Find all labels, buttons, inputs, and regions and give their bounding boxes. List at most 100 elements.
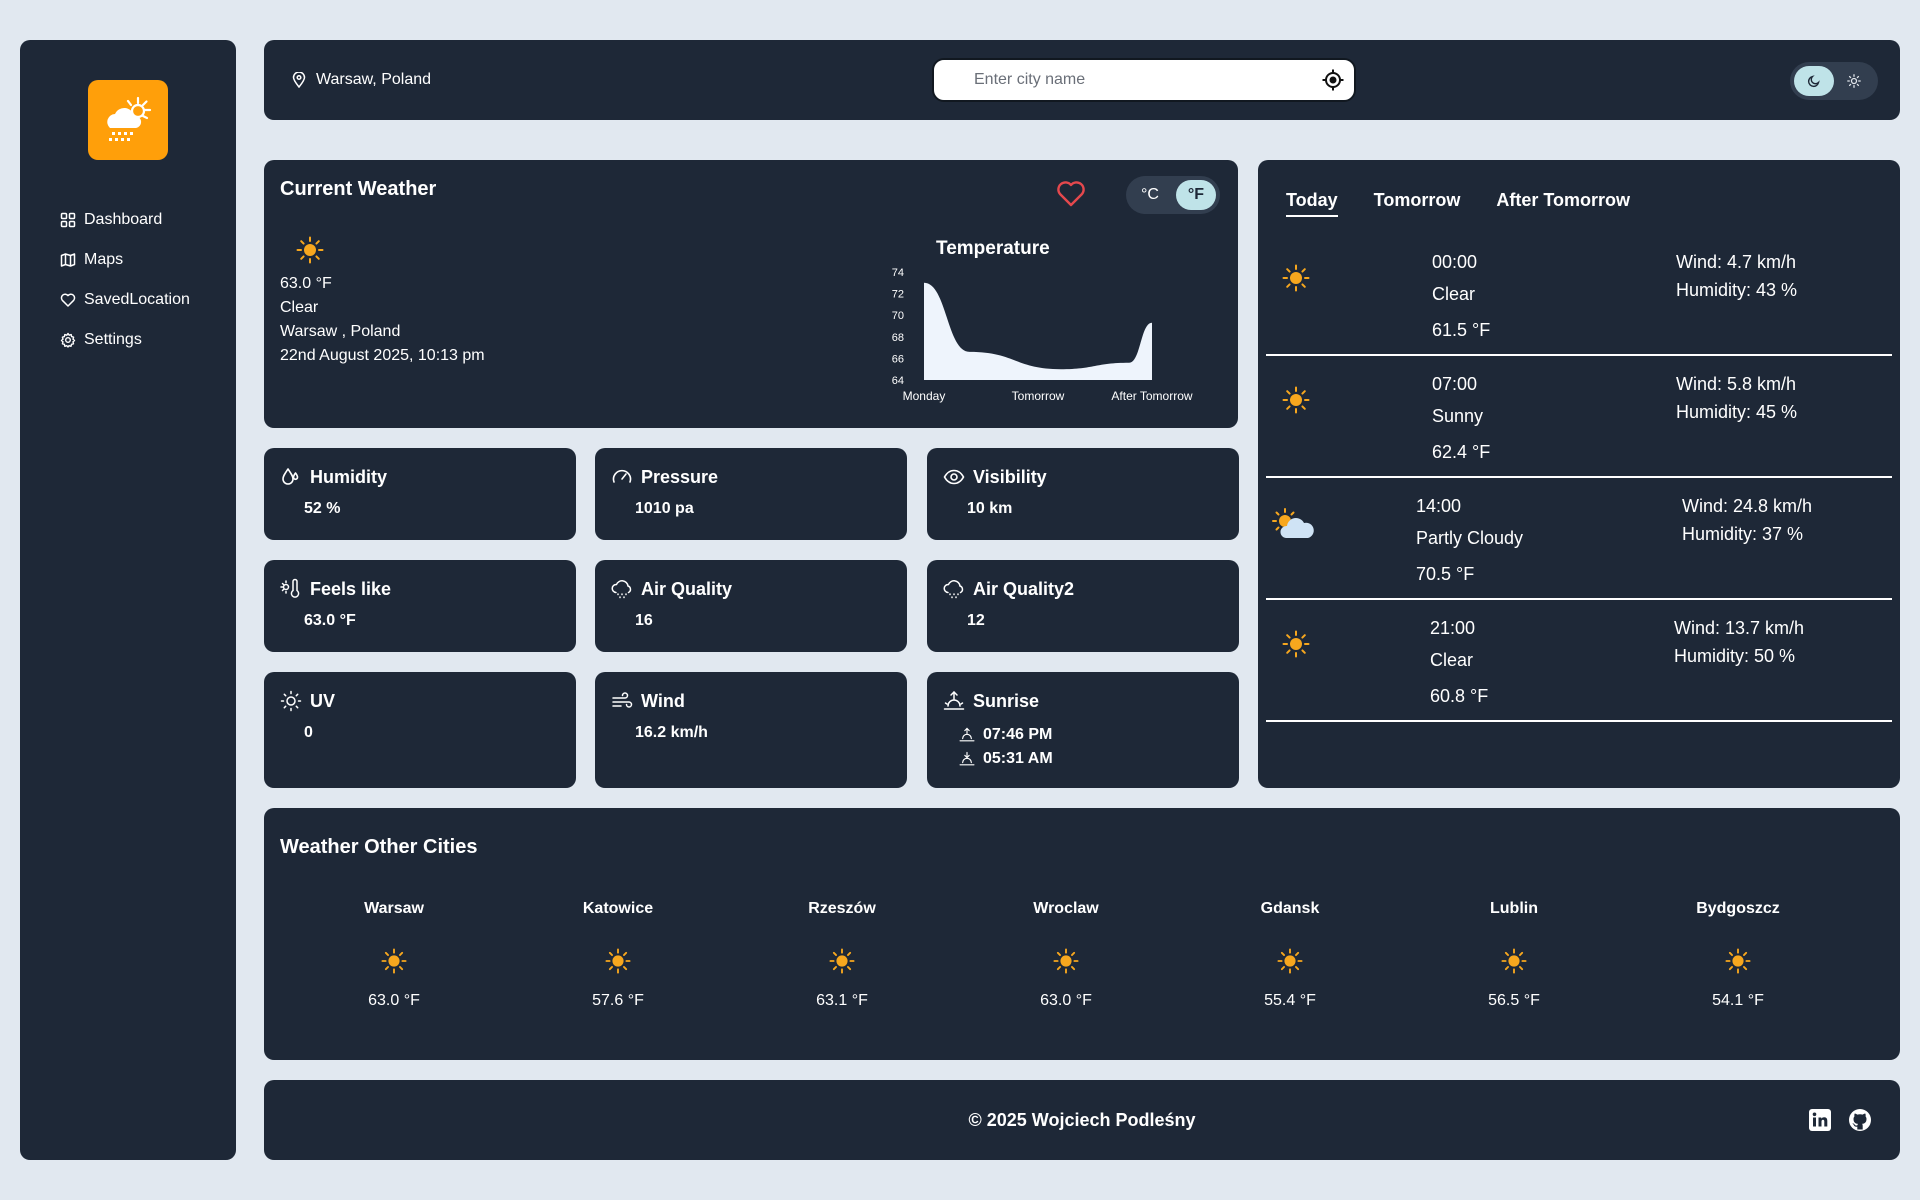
city-name: Lublin bbox=[1490, 900, 1538, 917]
forecast-temp: 61.5 °F bbox=[1432, 320, 1491, 340]
unit-toggle[interactable]: °C °F bbox=[1126, 176, 1220, 214]
sidebar-item-label: Settings bbox=[84, 331, 142, 348]
y-tick-label: 72 bbox=[892, 289, 904, 301]
github-link[interactable] bbox=[1848, 1108, 1872, 1137]
search-input[interactable] bbox=[974, 68, 1304, 92]
sunrise-card: Sunrise 07:46 PM 05:31 AM bbox=[927, 672, 1239, 788]
sun-icon bbox=[1282, 386, 1310, 414]
sunset-row: 05:31 AM bbox=[959, 750, 1053, 768]
x-tick-label: After Tomorrow bbox=[1111, 389, 1192, 403]
pressure-card: Pressure 1010 pa bbox=[595, 448, 907, 540]
sunrise-label: Sunrise bbox=[973, 690, 1040, 711]
crosshair-icon[interactable] bbox=[1322, 69, 1344, 91]
light-mode-option[interactable] bbox=[1834, 66, 1874, 96]
unit-fahrenheit-option[interactable]: °F bbox=[1176, 180, 1216, 210]
y-tick-label: 64 bbox=[892, 375, 904, 387]
forecast-temp: 70.5 °F bbox=[1416, 564, 1475, 584]
sidebar-item-savedlocation[interactable]: SavedLocation bbox=[60, 280, 190, 320]
current-temp: 63.0 °F bbox=[280, 275, 332, 292]
github-icon bbox=[1849, 1109, 1871, 1131]
current-location-label: Warsaw, Poland bbox=[316, 71, 432, 88]
y-tick-label: 68 bbox=[892, 332, 904, 344]
visibility-value: 10 km bbox=[967, 500, 1013, 517]
air-quality-value: 16 bbox=[635, 612, 653, 629]
other-cities-panel: Weather Other Cities Warsaw 63.0 °F Katowi… bbox=[264, 808, 1900, 1060]
sidebar-item-settings[interactable]: Settings bbox=[60, 320, 190, 360]
sun-outline-icon bbox=[280, 690, 302, 712]
tab-after-tomorrow[interactable]: After Tomorrow bbox=[1496, 190, 1630, 217]
sun-icon bbox=[829, 948, 855, 974]
grid-icon bbox=[60, 212, 76, 228]
city-item[interactable]: Katowice 57.6 °F bbox=[538, 900, 698, 1010]
x-tick-label: Monday bbox=[903, 389, 946, 403]
city-temp: 57.6 °F bbox=[592, 992, 644, 1009]
app-logo[interactable] bbox=[88, 80, 168, 160]
map-pin-icon bbox=[292, 72, 306, 88]
forecast-condition: Clear bbox=[1432, 284, 1476, 304]
uv-value: 0 bbox=[304, 724, 313, 741]
tab-tomorrow[interactable]: Tomorrow bbox=[1374, 190, 1461, 217]
x-tick-label: Tomorrow bbox=[1012, 389, 1065, 403]
city-temp: 63.0 °F bbox=[368, 992, 420, 1009]
dark-mode-option[interactable] bbox=[1794, 66, 1834, 96]
air-quality-card: Air Quality 16 bbox=[595, 560, 907, 652]
cloud-sun-rain-icon bbox=[107, 96, 152, 141]
y-tick-label: 70 bbox=[892, 310, 904, 322]
forecast-row: 07:00 Sunny 62.4 °F Wind: 5.8 km/h Humid… bbox=[1266, 356, 1892, 478]
uv-card: UV 0 bbox=[264, 672, 576, 788]
city-item[interactable]: Warsaw 63.0 °F bbox=[314, 900, 474, 1010]
current-weather-panel: Current Weather °C °F 63.0 °F Clear Wars… bbox=[264, 160, 1238, 428]
city-item[interactable]: Lublin 56.5 °F bbox=[1434, 900, 1594, 1010]
city-temp: 63.1 °F bbox=[816, 992, 868, 1009]
city-name: Bydgoszcz bbox=[1696, 900, 1780, 917]
city-item[interactable]: Bydgoszcz 54.1 °F bbox=[1658, 900, 1818, 1010]
city-item[interactable]: Gdansk 55.4 °F bbox=[1210, 900, 1370, 1010]
humidity-icon bbox=[282, 468, 299, 485]
sidebar: Dashboard Maps SavedLocation Settings bbox=[20, 40, 236, 1160]
feels-like-card: Feels like 63.0 °F bbox=[264, 560, 576, 652]
partly-cloudy-icon bbox=[1272, 508, 1314, 538]
forecast-condition: Partly Cloudy bbox=[1416, 528, 1524, 548]
chart-title: Temperature bbox=[936, 238, 1050, 259]
visibility-card: Visibility 10 km bbox=[927, 448, 1239, 540]
wind-label: Wind bbox=[641, 690, 685, 711]
current-datetime: 22nd August 2025, 10:13 pm bbox=[280, 347, 485, 364]
city-name: Rzeszów bbox=[808, 900, 876, 917]
city-item[interactable]: Rzeszów 63.1 °F bbox=[762, 900, 922, 1010]
city-name: Warsaw bbox=[364, 900, 424, 917]
city-temp: 56.5 °F bbox=[1488, 992, 1540, 1009]
humidity-value: 52 % bbox=[304, 500, 341, 517]
unit-celsius-option[interactable]: °C bbox=[1130, 180, 1170, 210]
tab-today[interactable]: Today bbox=[1286, 190, 1338, 217]
sidebar-item-maps[interactable]: Maps bbox=[60, 240, 190, 280]
visibility-label: Visibility bbox=[973, 466, 1047, 487]
footer: © 2025 Wojciech Podleśny bbox=[264, 1080, 1900, 1160]
sun-icon bbox=[1053, 948, 1079, 974]
wind-card: Wind 16.2 km/h bbox=[595, 672, 907, 788]
theme-toggle[interactable] bbox=[1790, 62, 1878, 100]
sun-icon bbox=[1282, 264, 1310, 292]
linkedin-link[interactable] bbox=[1808, 1108, 1832, 1137]
sun-icon bbox=[381, 948, 407, 974]
forecast-condition: Sunny bbox=[1432, 406, 1484, 426]
forecast-time: 14:00 bbox=[1416, 496, 1462, 516]
linkedin-icon bbox=[1809, 1109, 1831, 1131]
eye-icon bbox=[943, 469, 965, 485]
forecast-humidity: Humidity: 37 % bbox=[1682, 524, 1804, 544]
sunrise-row: 07:46 PM bbox=[959, 726, 1052, 744]
sidebar-item-dashboard[interactable]: Dashboard bbox=[60, 200, 190, 240]
heart-icon bbox=[60, 293, 76, 307]
favorite-heart-icon[interactable] bbox=[1056, 180, 1086, 208]
city-search bbox=[932, 58, 1356, 102]
air-quality2-card: Air Quality2 12 bbox=[927, 560, 1239, 652]
air-quality-label: Air Quality bbox=[641, 578, 733, 599]
forecast-wind: Wind: 13.7 km/h bbox=[1674, 618, 1805, 638]
y-tick-label: 66 bbox=[892, 353, 904, 365]
sunset-small-icon bbox=[959, 751, 975, 766]
forecast-humidity: Humidity: 45 % bbox=[1676, 402, 1798, 422]
pressure-label: Pressure bbox=[641, 466, 719, 487]
sidebar-item-label: Maps bbox=[84, 251, 124, 268]
cloud-drizzle-icon bbox=[611, 580, 632, 599]
city-item[interactable]: Wroclaw 63.0 °F bbox=[986, 900, 1146, 1010]
forecast-humidity: Humidity: 43 % bbox=[1676, 280, 1798, 300]
